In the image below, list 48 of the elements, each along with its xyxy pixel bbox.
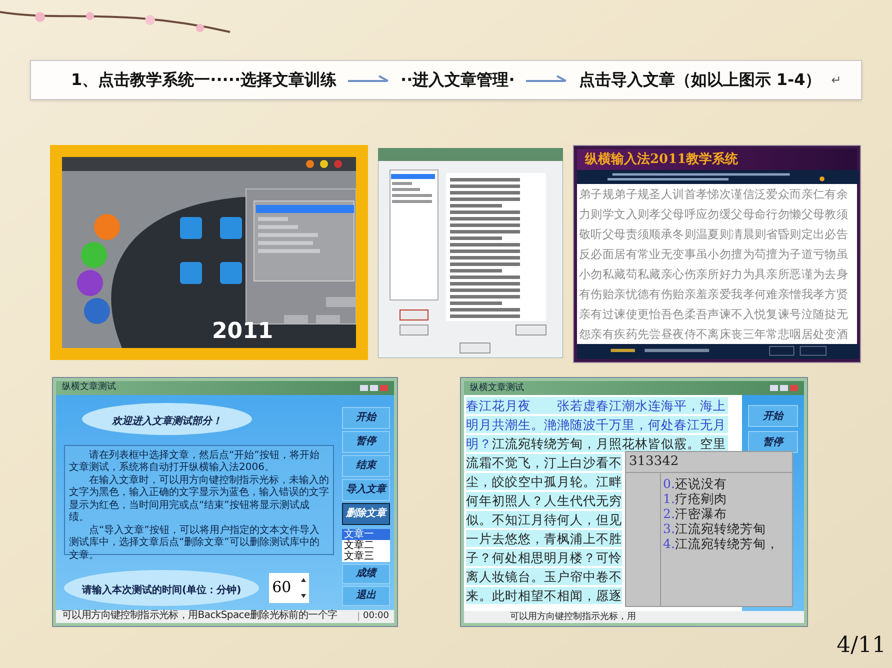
side-button[interactable]: 开始 [748,405,798,427]
prompt-text: 请输入本次测试的时间(单位：分钟) [82,584,242,596]
text-line: 敬听父母责须顺承冬则温夏则凊晨则省昏则定出必告 [579,226,850,244]
timer-text: 00:00 [358,612,394,621]
page-number: 4/11 [836,632,886,660]
side-button[interactable]: 结束 [342,454,390,476]
spinner-arrows-icon [301,576,306,598]
window-controls-icon [770,384,798,392]
heading-text: 欢迎进入文章测试部分！ [112,416,222,426]
text-line: 力则学文入则孝父母呼应勿缓父母命行勿懒父母教须 [579,206,850,224]
side-button[interactable]: 导入文章 [342,478,390,500]
candidate-item[interactable]: 4.江流宛转绕芳甸， [663,536,792,551]
text-line: 亲有过谏使更怡吾色柔吾声谏不入悦复谏号泣随挞无 [579,306,850,324]
text-line: 小勿私藏苟私藏亲心伤亲所好力为具亲所恶谨为去身 [579,266,850,284]
side-button[interactable]: 删除文章 [342,502,390,524]
window-title: 纵横文章测试 [470,384,524,392]
candidate-item[interactable]: 2.汗密瀑布 [663,506,792,521]
list-item[interactable]: 文章二 [342,540,390,550]
window-title: 纵横文章测试 [62,383,116,392]
status-text: 可以用方向键控制指示光标，用 [509,612,636,622]
text-line: 弟子规弟子规圣人训首孝悌次谨信泛爱众而亲仁有余 [579,186,850,204]
side-button[interactable]: 成绩 [342,564,390,584]
instruction-text: 点“导入文章”按钮，可以将用户指定的文本文件导入测试库中，选择文章后点“删除文章”可以删除测试库中的文章。 [69,524,320,562]
instruction-text: 在输入文章时，可以用方向键控制指示光标，未输入的文字为黑色，输入正确的文字显示为蓝色，输入错误的文字显示为红色，当时间用完或点“结束”按钮将显示测试成绩。 [69,474,329,524]
app-title: 纵横输入法2011教学系统 [585,150,738,169]
year-text: 2011 [212,321,274,343]
step-text: 1、点击教学系统一·····选择文章训练 [71,69,337,91]
text-line: 有伤贻亲忧德有伤贻亲羞亲爱我孝何难亲憎我孝方贤 [579,286,850,304]
instruction-text: 请在列表框中选择文章，然后点“开始”按钮，将开始文章测试，系统将自动打开纵横输入法2006。 [69,450,320,474]
status-text: 可以用方向键控制指示光标，用BackSpace删除光标前的一个字 [61,611,338,622]
time-spinner[interactable]: 60 [269,572,310,602]
step-text: ··进入文章管理· [400,69,515,91]
code-text: 313342 [626,452,792,473]
side-button[interactable]: 暂停 [342,430,390,452]
candidate-item[interactable]: 0.还说没有 [663,476,792,491]
time-value: 60 [272,577,292,598]
list-item[interactable]: 文章三 [342,550,390,562]
side-button[interactable]: 开始 [342,406,390,428]
candidate-item[interactable]: 1.疗疮剜肉 [663,491,792,506]
text-line: 怨亲有疾药先尝昼夜侍不离床丧三年常悲咽居处变酒 [579,326,850,344]
candidate-item[interactable]: 3.江流宛转绕芳甸 [663,521,792,536]
window-controls-icon [360,384,388,392]
step-text: 点击导入文章（如以上图示 1-4） [578,69,822,91]
side-button[interactable]: 暂停 [748,431,798,453]
list-item[interactable]: 文章一 [342,528,390,540]
text-line: 反必面居有常业无变事虽小勿擅为苟擅为子道亏物虽 [579,246,850,264]
return-mark: ↵ [831,72,842,89]
side-button[interactable]: 退出 [342,586,390,606]
